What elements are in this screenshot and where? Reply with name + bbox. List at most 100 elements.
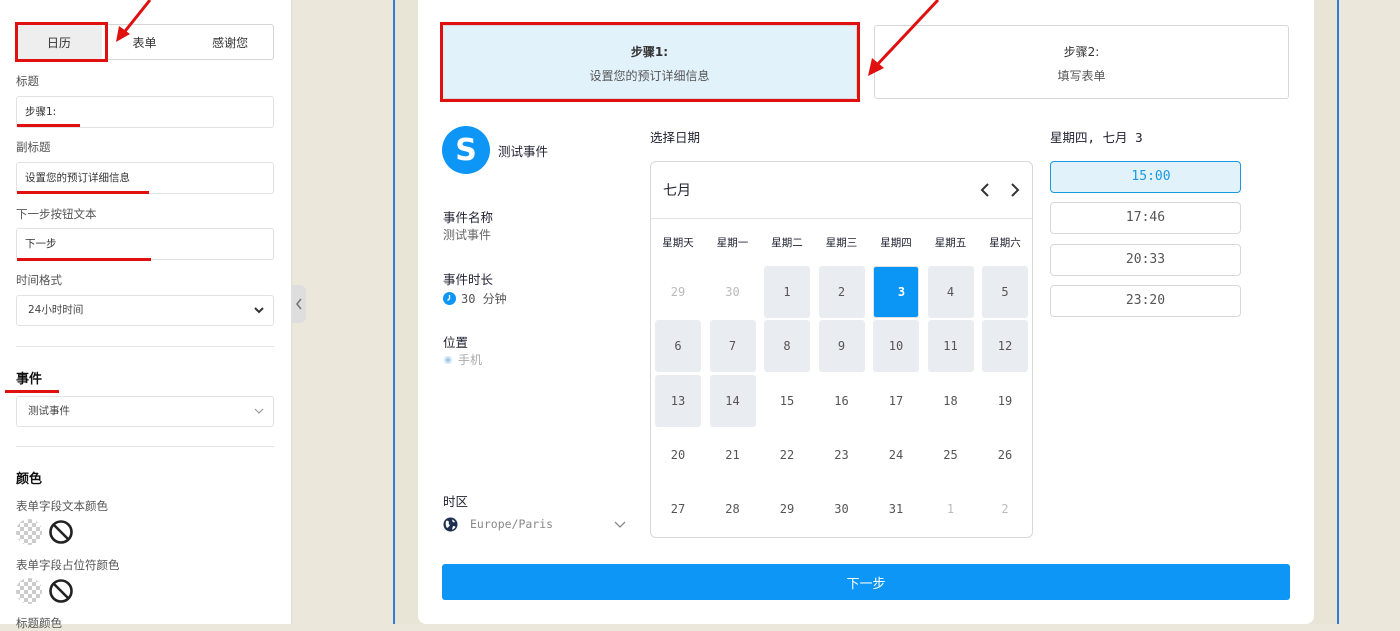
select-date-heading: 选择日期 (650, 130, 701, 145)
calendar-day[interactable]: 9 (818, 320, 865, 372)
globe-icon (443, 517, 458, 531)
event-section-title: 事件 (16, 372, 43, 387)
calendar-day: 27 (670, 502, 686, 516)
timezone-label: 时区 (443, 494, 469, 509)
title-color-label: 标题颜色 (16, 616, 62, 630)
color-swatch[interactable] (16, 519, 42, 545)
event-logo: S (442, 126, 490, 174)
annotation-underline (17, 191, 149, 194)
annotation-arrow-icon (116, 0, 152, 42)
next-button[interactable]: 下一步 (442, 564, 1290, 600)
calendar-day[interactable]: 1 (764, 266, 810, 318)
time-slot[interactable]: 23:20 (1050, 285, 1241, 317)
event-select[interactable]: 测试事件 (16, 396, 274, 427)
clock-icon (443, 292, 456, 305)
calendar-day: 23 (834, 448, 849, 462)
prev-month-icon[interactable] (978, 182, 992, 198)
divider (16, 346, 274, 347)
color-section-title: 颜色 (16, 472, 43, 487)
time-slot[interactable]: 15:00 (1050, 161, 1241, 193)
event-title: 测试事件 (498, 144, 549, 159)
annotation-arrow-icon (868, 0, 940, 76)
chevron-left-icon (295, 298, 302, 310)
divider (16, 446, 274, 447)
annotation-box (440, 22, 860, 102)
subtitle-input[interactable]: 设置您的预订详细信息 (16, 162, 274, 194)
weekday-header: 星期一 (716, 237, 749, 249)
weekday-header: 星期四 (880, 237, 912, 249)
timezone-select[interactable]: Europe/Paris (443, 514, 628, 534)
time-format-label: 时间格式 (16, 273, 62, 287)
event-name-value: 测试事件 (443, 228, 492, 242)
calendar: 七月 星期天 星期一 星期二 星期三 星期四 星期五 星期六 29 30 1 2 3 4 5 6 7 8 9 10… (650, 161, 1033, 538)
calendar-day[interactable]: 14 (709, 375, 756, 427)
calendar-day[interactable]: 5 (982, 266, 1028, 318)
calendar-day: 26 (997, 448, 1013, 462)
calendar-day[interactable]: 11 (927, 320, 974, 372)
event-name-label: 事件名称 (443, 210, 494, 225)
weekday-header: 星期六 (989, 237, 1021, 249)
field-text-color-label: 表单字段文本颜色 (16, 499, 108, 513)
color-swatch[interactable] (16, 578, 42, 604)
next-month-icon[interactable] (1008, 182, 1022, 198)
calendar-day: 17 (888, 394, 904, 408)
calendar-day[interactable]: 10 (873, 320, 919, 372)
event-select-value: 测试事件 (28, 405, 70, 417)
chevron-down-icon (254, 408, 264, 414)
calendar-day: 15 (779, 394, 795, 408)
annotation-box (15, 22, 108, 62)
calendar-day[interactable]: 12 (982, 320, 1028, 372)
event-duration-label: 事件时长 (443, 272, 494, 287)
no-color-icon[interactable] (48, 578, 74, 604)
event-duration-value: 30 分钟 (461, 292, 507, 306)
settings-panel: 日历 表单 感谢您 标题 步骤1: 副标题 设置您的预订详细信息 下一步按钮文本… (0, 0, 292, 630)
calendar-header: 七月 (651, 162, 1032, 219)
time-slot[interactable]: 17:46 (1050, 202, 1241, 234)
annotation-underline (5, 390, 59, 393)
calendar-day[interactable]: 4 (927, 266, 974, 318)
calendar-day: 30 (725, 285, 740, 299)
calendar-day: 25 (943, 448, 958, 462)
next-button-text-input[interactable]: 下一步 (16, 228, 274, 260)
calendar-day: 18 (943, 394, 958, 408)
collapse-panel-button[interactable] (291, 285, 306, 323)
weekday-header: 星期二 (771, 237, 803, 249)
location-value: 手机 (458, 353, 483, 367)
calendar-day[interactable]: 7 (709, 320, 756, 372)
tab-thank-you[interactable]: 感谢您 (187, 25, 273, 59)
calendar-day: 30 (834, 502, 849, 516)
location: 手机 (443, 351, 482, 368)
calendar-day[interactable]: 13 (655, 375, 701, 427)
time-slots-heading: 星期四, 七月 3 (1050, 130, 1143, 145)
calendar-day-selected[interactable]: 3 (873, 266, 919, 318)
calendar-day: 29 (779, 502, 795, 516)
calendar-day: 1 (946, 502, 955, 516)
calendar-day: 22 (779, 448, 795, 462)
calendar-day: 2 (1001, 502, 1009, 516)
annotation-underline (17, 258, 151, 261)
placeholder-color-label: 表单字段占位符颜色 (16, 558, 120, 572)
location-label: 位置 (443, 335, 469, 350)
time-slot[interactable]: 20:33 (1050, 244, 1241, 276)
event-duration: 30 分钟 (443, 290, 507, 307)
calendar-day: 21 (725, 448, 740, 462)
calendar-day: 16 (834, 394, 849, 408)
chevron-down-icon (614, 521, 626, 528)
phone-icon (444, 355, 452, 364)
calendar-day: 29 (670, 285, 686, 299)
subtitle-label: 副标题 (16, 140, 51, 154)
calendar-day[interactable]: 2 (818, 266, 865, 318)
calendar-day: 24 (888, 448, 904, 462)
calendar-day: 20 (670, 448, 686, 462)
calendar-day[interactable]: 8 (764, 320, 810, 372)
annotation-underline (17, 124, 80, 127)
no-color-icon[interactable] (48, 519, 74, 545)
calendar-day: 31 (888, 502, 904, 516)
chevron-down-icon (254, 307, 264, 314)
calendar-day[interactable]: 6 (655, 320, 701, 372)
calendar-day: 28 (725, 502, 740, 516)
time-format-select[interactable]: 24小时时间 (16, 295, 274, 326)
weekday-header: 星期五 (934, 237, 967, 249)
weekday-header: 星期三 (825, 237, 858, 249)
title-label: 标题 (16, 74, 39, 88)
